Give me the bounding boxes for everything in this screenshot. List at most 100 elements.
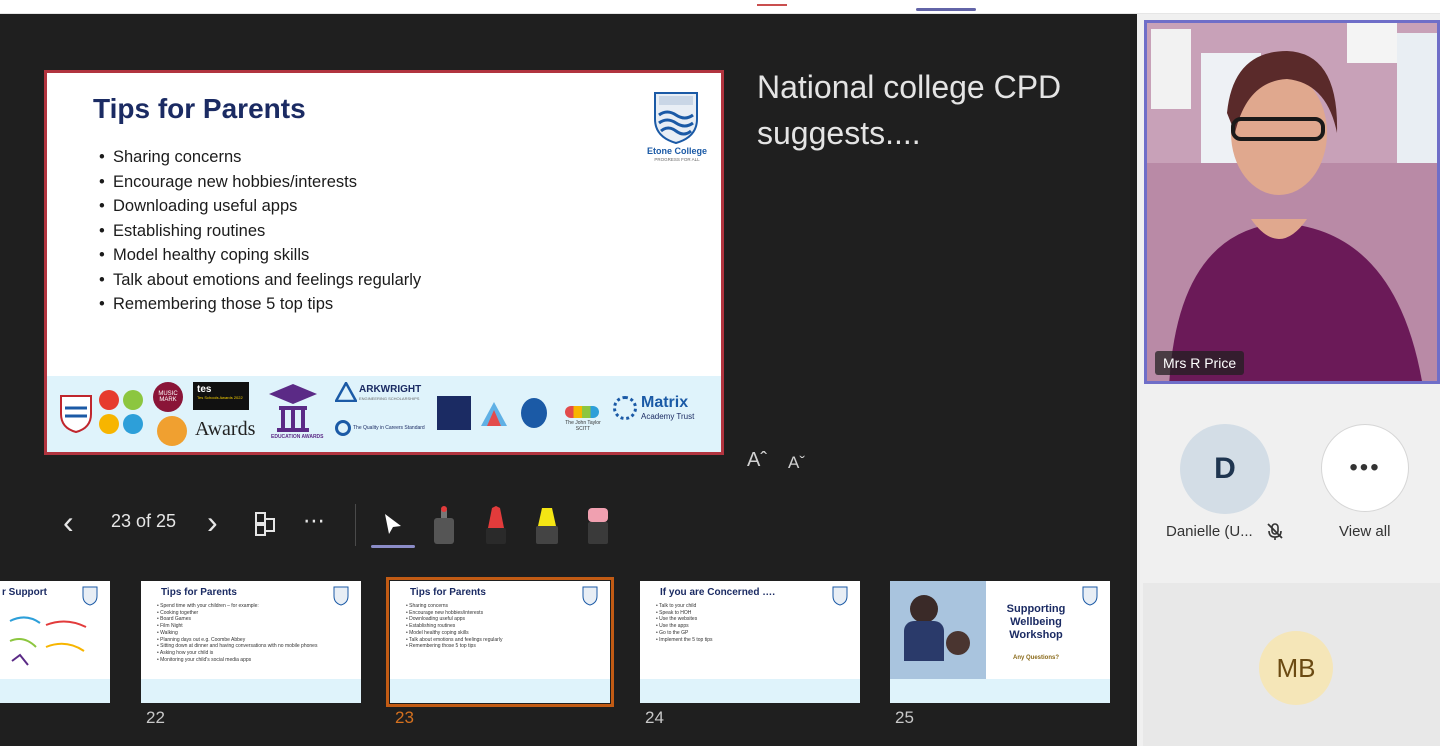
bullet-6: Talk about emotions and feelings regular… bbox=[99, 268, 421, 293]
quality-careers-text: The Quality in Careers Standard bbox=[353, 425, 425, 431]
thumbnail-crest-icon bbox=[582, 586, 598, 606]
john-taylor-logo-icon bbox=[565, 406, 599, 418]
thumbnail-bullet: • Model healthy coping skills bbox=[406, 629, 469, 636]
presenter-toolbar: ‹ 23 of 25 › ⋯ bbox=[55, 500, 635, 550]
thumbnail-number-24: 24 bbox=[645, 708, 664, 727]
thumbnail-logos bbox=[890, 679, 1110, 703]
top-app-bar bbox=[0, 0, 1440, 14]
badge-green-icon bbox=[123, 390, 143, 410]
matrix-text: Matrix bbox=[641, 394, 689, 411]
slide-thumbnail-22[interactable]: Tips for Parents • Spend time with your … bbox=[141, 581, 361, 703]
more-options-button[interactable]: ⋯ bbox=[303, 508, 325, 534]
slide-thumbnail-23[interactable]: Tips for Parents • Sharing concerns • En… bbox=[386, 577, 614, 707]
tes-logo: tes Tes Schools Awards 2022 bbox=[193, 382, 249, 410]
thumbnail-bullet: • Asking how your child is bbox=[157, 649, 214, 656]
thumbnail-number-25: 25 bbox=[895, 708, 914, 727]
partner-logos-strip: MUSIC MARK tes Tes Schools Awards 2022 A… bbox=[47, 376, 721, 452]
quality-logo-icon bbox=[335, 420, 351, 436]
decrease-font-button[interactable]: Aˇ bbox=[788, 453, 805, 473]
tes-logo-text: tes bbox=[197, 384, 212, 395]
pointer-icon[interactable] bbox=[381, 512, 405, 536]
school-crest-icon bbox=[654, 92, 698, 145]
bullet-1: Sharing concerns bbox=[99, 145, 421, 170]
active-tab-indicator bbox=[916, 8, 976, 11]
badge-blue-icon bbox=[123, 414, 143, 434]
mic-off-icon bbox=[1267, 523, 1283, 540]
gold-badge-icon bbox=[157, 416, 187, 446]
slide-bullets: Sharing concerns Encourage new hobbies/i… bbox=[99, 145, 421, 317]
tes-award-text: Tes Schools Awards 2022 bbox=[197, 395, 243, 400]
grid-view-icon[interactable] bbox=[253, 511, 277, 537]
thumbnail-number-22: 22 bbox=[146, 708, 165, 727]
thumbnail-crest-icon bbox=[832, 586, 848, 606]
thumbnail-logos bbox=[0, 679, 110, 703]
thumbnail-crest-icon bbox=[82, 586, 98, 606]
participant-avatar-danielle[interactable]: D bbox=[1180, 424, 1270, 514]
next-slide-button[interactable]: › bbox=[207, 504, 218, 541]
thumbnail-logos bbox=[141, 679, 361, 703]
thumbnail-bullet: • Monitoring your child's social media a… bbox=[157, 656, 252, 663]
thumbnail-logos bbox=[640, 679, 860, 703]
thumbnail-bullet: • Sitting down at dinner and having conv… bbox=[157, 643, 318, 650]
thumbnail-title: If you are Concerned …. bbox=[660, 587, 776, 598]
thumbnail-bullet: • Use the websites bbox=[656, 616, 698, 623]
arkwright-text: ARKWRIGHT bbox=[359, 384, 422, 395]
thumbnail-bullets: • Spend time with your children – for ex… bbox=[157, 603, 317, 663]
presenter-video-feed bbox=[1147, 23, 1437, 381]
tab-fragment-left[interactable] bbox=[757, 0, 787, 6]
thumbnail-bullet: • Remembering those 5 top tips bbox=[406, 643, 476, 650]
matrix-logo-icon bbox=[613, 396, 637, 420]
thumbnail-bullet: • Encourage new hobbies/interests bbox=[406, 609, 484, 616]
presenter-name-tag: Mrs R Price bbox=[1155, 351, 1245, 375]
bullet-5: Model healthy coping skills bbox=[99, 243, 421, 268]
pointer-selected-indicator bbox=[371, 545, 415, 548]
teams-presenter-view: Tips for Parents Sharing concerns Encour… bbox=[0, 0, 1440, 746]
international-award-logo bbox=[437, 396, 471, 430]
view-all-button[interactable]: ••• bbox=[1321, 424, 1409, 512]
thumbnail-bullet: • Walking bbox=[157, 629, 178, 636]
thumbnail-bullet: • Cooking together bbox=[157, 609, 199, 616]
participant-avatar-mb[interactable]: MB bbox=[1259, 631, 1333, 705]
bullet-3: Downloading useful apps bbox=[99, 194, 421, 219]
slide-thumbnail-25[interactable]: Supporting Wellbeing Workshop Any Questi… bbox=[890, 581, 1110, 703]
current-slide: Tips for Parents Sharing concerns Encour… bbox=[44, 70, 724, 455]
highlighter-icon[interactable] bbox=[533, 504, 561, 546]
thumbnail-bullets: • Talk to your child • Speak to HOH • Us… bbox=[656, 603, 713, 643]
thumbnail-number-23: 23 bbox=[395, 708, 414, 727]
slide-thumbnail-21[interactable]: r Support bbox=[0, 581, 110, 703]
slide-thumbnail-24[interactable]: If you are Concerned …. • Talk to your c… bbox=[640, 581, 860, 703]
bullet-7: Remembering those 5 top tips bbox=[99, 292, 421, 317]
increase-font-button[interactable]: Aˆ bbox=[747, 449, 767, 472]
john-taylor-text: The John Taylor SCITT bbox=[565, 420, 601, 432]
laser-pointer-icon[interactable] bbox=[431, 504, 457, 546]
music-mark-logo: MUSIC MARK bbox=[153, 382, 183, 412]
thumbnail-title: Supporting Wellbeing Workshop bbox=[1006, 603, 1066, 641]
thumbnail-title: Tips for Parents bbox=[161, 587, 237, 598]
slide-counter: 23 of 25 bbox=[111, 511, 177, 531]
thumbnail-bullet: • Film Night bbox=[157, 623, 183, 630]
thumbnail-bullets: • Sharing concerns • Encourage new hobbi… bbox=[406, 603, 502, 650]
thumbnail-bullet: • Spend time with your children – for ex… bbox=[157, 603, 259, 609]
thumbnail-subtitle: Any Questions? bbox=[1012, 655, 1059, 661]
thumbnail-photo bbox=[890, 581, 986, 679]
arkwright-triangle-icon bbox=[335, 382, 357, 402]
thumbnail-bullet: • Downloading useful apps bbox=[406, 616, 466, 623]
view-all-label[interactable]: View all bbox=[1339, 523, 1390, 540]
thumbnail-bullet: • Board Games bbox=[157, 616, 191, 623]
thumbnail-logos bbox=[390, 679, 610, 703]
red-pen-icon[interactable] bbox=[483, 504, 509, 546]
bullet-4: Establishing routines bbox=[99, 219, 421, 244]
thumbnail-bullet: • Speak to HOH bbox=[656, 609, 692, 616]
participant-name-danielle: Danielle (U... bbox=[1166, 523, 1253, 540]
presenter-video[interactable]: Mrs R Price bbox=[1144, 20, 1440, 384]
thumbnail-bullet: • Implement the 5 top tips bbox=[656, 636, 713, 643]
arkwright-subtext: ENGINEERING SCHOLARSHIPS bbox=[359, 396, 420, 401]
thumbnail-title: r Support bbox=[2, 587, 47, 598]
previous-slide-button[interactable]: ‹ bbox=[63, 504, 74, 541]
eraser-icon[interactable] bbox=[585, 504, 611, 546]
thumbnail-bullet: • Use the apps bbox=[656, 623, 689, 630]
thumbnail-bullet: • Establishing routines bbox=[406, 623, 456, 630]
scitt-logo-icon bbox=[521, 398, 547, 428]
toolbar-divider bbox=[355, 504, 356, 546]
badge-yellow-icon bbox=[99, 414, 119, 434]
